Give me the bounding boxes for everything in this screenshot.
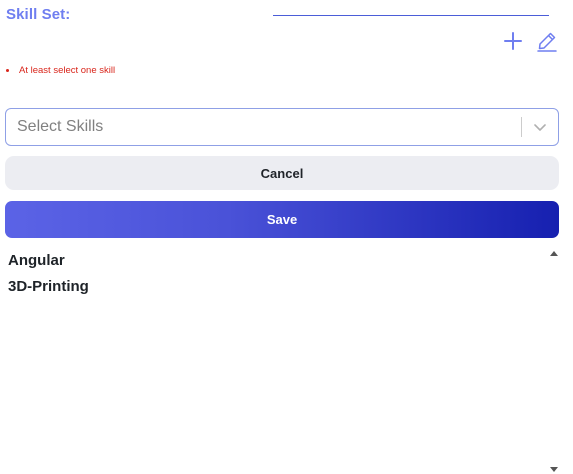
error-text: At least select one skill — [19, 65, 116, 76]
scroll-track[interactable] — [551, 260, 557, 460]
title-underline — [273, 15, 549, 16]
validation-errors: At least select one skill — [6, 64, 115, 78]
cancel-button[interactable]: Cancel — [5, 156, 559, 190]
section-title: Skill Set: — [6, 6, 71, 23]
edit-skill-button[interactable] — [535, 29, 559, 53]
list-item: Angular — [8, 252, 65, 269]
selected-skills-list: Angular 3D-Printing — [0, 248, 548, 474]
skills-select[interactable]: Select Skills — [5, 108, 559, 146]
save-button[interactable]: Save — [5, 201, 559, 238]
error-message: At least select one skill — [6, 64, 115, 78]
plus-icon — [504, 32, 522, 50]
select-placeholder: Select Skills — [17, 118, 104, 135]
add-skill-button[interactable] — [501, 29, 525, 53]
scrollbar[interactable] — [549, 248, 559, 474]
skill-set-panel: Skill Set: At least select one skill Sel… — [0, 0, 573, 474]
scroll-up-icon[interactable] — [550, 251, 558, 256]
list-item: 3D-Printing — [8, 278, 89, 295]
chevron-down-icon[interactable] — [522, 109, 558, 145]
bullet-icon — [6, 69, 9, 72]
pencil-icon — [537, 32, 557, 52]
scroll-down-icon[interactable] — [550, 467, 558, 472]
